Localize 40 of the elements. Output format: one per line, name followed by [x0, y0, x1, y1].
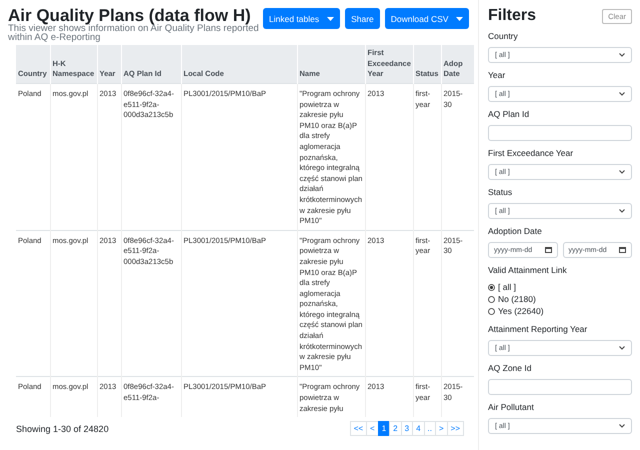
share-button[interactable]: Share [345, 8, 380, 29]
page-subtitle: This viewer shows information on Air Quality Plans reported within AQ e-Reporting [8, 25, 260, 42]
page-link[interactable]: 4 [412, 421, 425, 436]
radio-option[interactable]: No (2180) [488, 293, 632, 305]
page-link[interactable]: < [366, 421, 379, 436]
filter-label: Status [488, 187, 514, 199]
chevron-down-icon [619, 53, 625, 57]
filter-label: Air Pollutant [488, 402, 535, 414]
radio-option[interactable]: Yes (22640) [488, 305, 632, 317]
filter-label: Valid Attainment Link [488, 265, 568, 277]
filter-label: AQ Zone Id [488, 363, 532, 375]
calendar-icon [544, 247, 552, 253]
page-link[interactable]: >> [446, 421, 464, 436]
chevron-down-icon [619, 424, 625, 428]
chevron-down-icon [619, 92, 625, 96]
chevron-down-icon [619, 346, 625, 350]
chevron-down-icon [619, 209, 625, 213]
page-title: Air Quality Plans (data flow H) [8, 7, 251, 25]
filter-label: AQ Plan Id [488, 109, 530, 121]
dropdown-button[interactable]: Download CSV [384, 8, 470, 29]
radio-button[interactable] [488, 296, 495, 302]
filter-label: Year [488, 70, 506, 82]
input-field[interactable] [488, 125, 632, 141]
filter-label: Adoption Date [488, 226, 543, 238]
radio-button[interactable] [488, 284, 495, 290]
page-link[interactable]: << [350, 421, 368, 436]
results-summary: Showing 1-30 of 24820 [16, 424, 109, 434]
radio-button[interactable] [488, 308, 495, 314]
calendar-icon [619, 247, 626, 253]
page-link[interactable]: 2 [389, 421, 402, 436]
page-link[interactable]: > [434, 421, 448, 436]
filter-label: Country [488, 31, 519, 43]
filter-label: Attainment Reporting Year [488, 324, 588, 336]
chevron-down-icon [619, 170, 625, 174]
dropdown-button[interactable]: Linked tables [263, 8, 340, 29]
radio-option[interactable]: [ all ] [488, 281, 632, 293]
input-field[interactable] [488, 379, 632, 395]
filters-title: Filters [488, 7, 536, 25]
page-link[interactable]: .. [424, 421, 436, 436]
filter-label: First Exceedance Year [488, 148, 574, 160]
